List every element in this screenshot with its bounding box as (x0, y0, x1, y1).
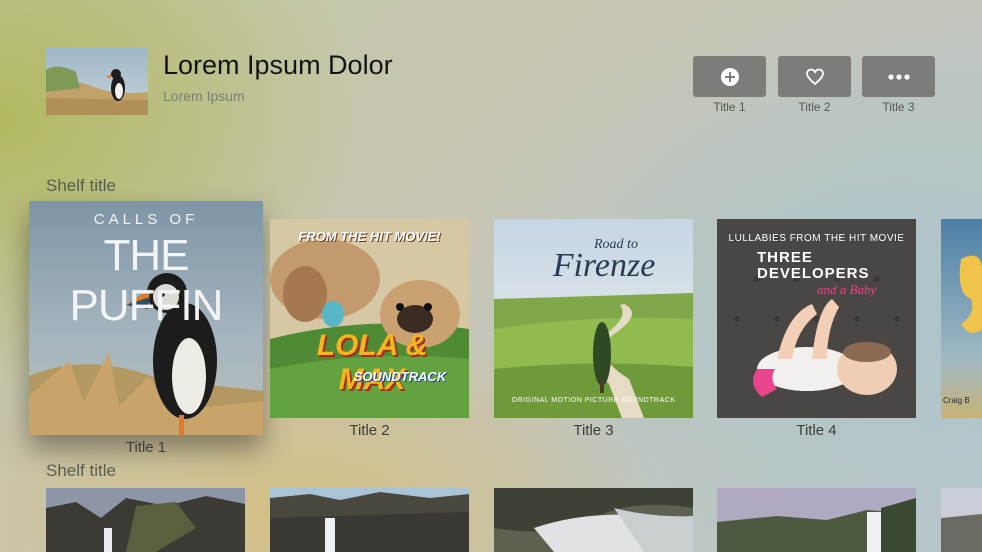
shelf-tile-partial[interactable]: Craig B (941, 219, 982, 418)
tile-art-title: Firenze (552, 247, 656, 284)
ellipsis-icon (887, 73, 910, 80)
favorite-button[interactable] (778, 56, 851, 97)
more-button[interactable] (862, 56, 935, 97)
page-title: Lorem Ipsum Dolor (163, 50, 393, 80)
tile-art-text: LULLABIES FROM THE HIT MOVIE (728, 233, 905, 244)
tile-art-text: FROM THE HIT MOVIE! (298, 229, 441, 244)
tile-label: Title 3 (573, 422, 614, 439)
tile-label: Title 4 (796, 422, 837, 439)
shelf-tile-three-developers[interactable]: LULLABIES FROM THE HIT MOVIE THREE DEVEL… (717, 219, 916, 418)
shelf-tile-calls-of-the-puffin[interactable]: CALLS OF THE PUFFIN (29, 201, 263, 435)
tile-art-text: CALLS OF (93, 211, 199, 228)
tile-art-subtitle: ORIGINAL MOTION PICTURE SOUNDTRACK (511, 397, 676, 404)
shelf-tile-road-to-firenze[interactable]: Road to Firenze ORIGINAL MOTION PICTURE … (494, 219, 693, 418)
tile-label: Title 1 (125, 439, 167, 456)
tile-art-subtitle: and a Baby (817, 282, 877, 297)
tile-art-title: LOLA & MAX (316, 329, 428, 396)
shelf-tile-waterfall-1[interactable] (46, 488, 245, 552)
add-button[interactable] (693, 56, 766, 97)
tile-art-subtitle: SOUNDTRACK (353, 369, 447, 384)
page-subtitle: Lorem Ipsum (163, 88, 245, 104)
more-button-label: Title 3 (882, 100, 915, 114)
favorite-button-label: Title 2 (798, 100, 831, 114)
shelf-title-2: Shelf title (46, 461, 116, 480)
shelf-tile-waterfall-4[interactable] (717, 488, 916, 552)
tile-art-title: THREE (757, 249, 813, 266)
shelf-title: Shelf title (46, 176, 116, 195)
tile-art-title-2: DEVELOPERS (757, 265, 870, 282)
shelf-tile-waterfall-3[interactable] (494, 488, 693, 552)
plus-circle-icon (720, 67, 739, 86)
heart-icon (805, 68, 824, 85)
header-artwork (46, 48, 148, 115)
shelf-tile-partial-2[interactable] (941, 488, 982, 552)
tile-art-title: THE PUFFIN (69, 231, 224, 330)
shelf-tile-lola-and-max[interactable]: FROM THE HIT MOVIE! LOLA & MAX SOUNDTRAC… (270, 219, 469, 418)
tile-art-text: Craig B (943, 396, 970, 405)
add-button-label: Title 1 (713, 100, 746, 114)
tile-label: Title 2 (349, 422, 390, 439)
shelf-tile-waterfall-2[interactable] (270, 488, 469, 552)
